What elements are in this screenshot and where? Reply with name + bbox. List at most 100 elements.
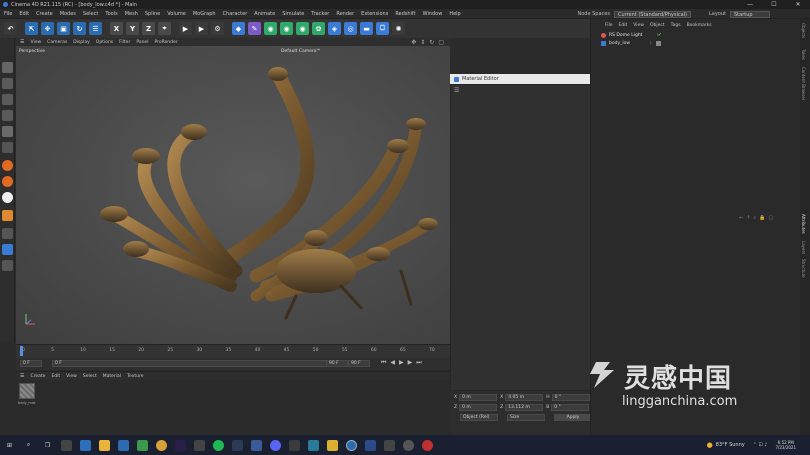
material-menu-edit[interactable]: Edit [51, 374, 60, 379]
menu-item-window[interactable]: Window [423, 11, 443, 17]
tab-attributes[interactable]: Attributes [801, 214, 806, 234]
timeline-ruler[interactable]: 0 5 10 15 20 25 30 35 40 45 50 55 60 65 70 [16, 344, 450, 358]
file-explorer-icon[interactable] [99, 439, 110, 451]
play-icon[interactable]: ▶ [399, 359, 404, 367]
material-menu-select[interactable]: Select [83, 374, 97, 379]
menu-item-tracker[interactable]: Tracker [311, 11, 329, 17]
menu-item-volume[interactable]: Volume [167, 11, 186, 17]
attr-back-icon[interactable]: ← [739, 215, 743, 221]
material-menu-texture[interactable]: Texture [127, 374, 143, 379]
attr-up-icon[interactable]: ↑ [746, 215, 750, 221]
array-icon[interactable]: ◉ [280, 22, 293, 35]
render-view-icon[interactable]: ▶ [179, 22, 192, 35]
material-menu-view[interactable]: View [66, 374, 77, 379]
snap-icon[interactable] [2, 142, 13, 153]
floor-icon[interactable]: ▬ [360, 22, 373, 35]
tab-content-browser[interactable]: Content Browser [801, 67, 806, 100]
viewport-menu-prorender[interactable]: ProRender [154, 40, 177, 45]
viewport-menu-filter[interactable]: Filter [119, 40, 130, 45]
tab-objects[interactable]: Objects [801, 23, 806, 38]
preview-end-field[interactable]: 90 F [348, 360, 370, 367]
object-menu-object[interactable]: Object [650, 23, 665, 28]
playhead[interactable] [20, 346, 23, 356]
app-icon[interactable] [422, 439, 433, 451]
render-picture-viewer-icon[interactable]: ▶ [195, 22, 208, 35]
end-frame-field[interactable]: 90 F [326, 360, 348, 367]
app-icon[interactable] [194, 439, 205, 451]
menu-item-create[interactable]: Create [36, 11, 53, 17]
goto-start-icon[interactable]: ⏮ [381, 359, 386, 367]
object-menu-view[interactable]: View [633, 23, 644, 28]
start-icon[interactable]: ⊞ [4, 440, 15, 451]
move-view-icon[interactable]: ✥ [411, 39, 416, 46]
weather-text[interactable]: 83°F Sunny [716, 442, 745, 448]
edges-mode-icon[interactable] [2, 94, 13, 105]
toggle-view-icon[interactable]: ▢ [438, 39, 444, 46]
object-menu-file[interactable]: File [605, 23, 613, 28]
boole-icon[interactable]: ◉ [296, 22, 309, 35]
menu-item-modes[interactable]: Modes [60, 11, 76, 17]
attr-search-icon[interactable]: ⌕ [753, 215, 756, 221]
x-axis-icon[interactable]: X [110, 22, 123, 35]
menu-item-mesh[interactable]: Mesh [125, 11, 138, 17]
size-mode-dropdown[interactable]: Size [507, 414, 545, 421]
tab-structure[interactable]: Structure [801, 259, 806, 278]
field-icon[interactable]: ◎ [344, 22, 357, 35]
y-axis-icon[interactable]: Y [126, 22, 139, 35]
viewport-menu-options[interactable]: Options [96, 40, 113, 45]
material-editor-menu-icon[interactable]: ☰ [454, 87, 459, 94]
scale-icon[interactable]: ▣ [57, 22, 70, 35]
visibility-dots-icon[interactable]: ⁝ [650, 41, 651, 46]
maximize-button[interactable]: ☐ [762, 0, 786, 9]
material-tag-icon[interactable] [655, 41, 661, 46]
make-editable-icon[interactable] [2, 62, 13, 73]
start-frame-field[interactable]: 0 F [20, 360, 42, 367]
viewport-menu-panel[interactable]: Panel [136, 40, 148, 45]
size-x-field[interactable]: 4.05 m [505, 394, 544, 401]
viewport-menu-icon[interactable]: ☰ [20, 39, 24, 45]
current-frame-field[interactable]: 0 F [52, 360, 342, 367]
discord-icon[interactable] [270, 439, 281, 451]
viewport-menu-display[interactable]: Display [73, 40, 90, 45]
menu-item-select[interactable]: Select [83, 11, 98, 17]
menu-item-spline[interactable]: Spline [145, 11, 160, 17]
lock-icon[interactable] [2, 228, 13, 239]
app-icon[interactable] [289, 439, 300, 451]
node-spaces-dropdown[interactable]: Current (Standard/Physical) [613, 10, 691, 18]
cube-icon[interactable]: ◆ [232, 22, 245, 35]
workplane-icon[interactable] [2, 244, 13, 255]
menu-item-redshift[interactable]: Redshift [395, 11, 415, 17]
material-menu-create[interactable]: Create [30, 374, 45, 379]
app-icon[interactable] [137, 439, 148, 451]
rotate-view-icon[interactable]: ↻ [429, 39, 434, 46]
object-menu-bookmarks[interactable]: Bookmarks [687, 23, 712, 28]
render-settings-icon[interactable]: ⚙ [211, 22, 224, 35]
layout-dropdown[interactable]: Startup [730, 10, 770, 18]
move-icon[interactable]: ✥ [41, 22, 54, 35]
cinema4d-icon[interactable] [346, 439, 357, 451]
app-icon[interactable] [327, 439, 338, 451]
redshift-icon[interactable] [2, 192, 13, 203]
rotate-icon[interactable]: ↻ [73, 22, 86, 35]
goto-end-icon[interactable]: ⏭ [416, 359, 421, 367]
chrome-icon[interactable] [156, 439, 167, 451]
zoom-view-icon[interactable]: ⇕ [420, 39, 425, 46]
menu-item-file[interactable]: File [4, 11, 12, 17]
app-icon[interactable] [403, 439, 414, 451]
tray-icons[interactable]: ⌃ ⊡ ♪ [753, 442, 768, 448]
undo-icon[interactable]: ↶ [4, 22, 17, 35]
object-menu-tags[interactable]: Tags [671, 23, 681, 28]
steam-icon[interactable] [232, 439, 243, 451]
position-z-field[interactable]: 0 m [459, 404, 498, 411]
app-icon[interactable] [308, 439, 319, 451]
clock[interactable]: 6:52 PM 7/23/2021 [775, 440, 796, 450]
tab-layers[interactable]: Layers [801, 241, 806, 254]
menu-item-mograph[interactable]: MoGraph [193, 11, 216, 17]
coordinate-system-icon[interactable]: ⌖ [158, 22, 171, 35]
3d-viewport[interactable]: Perspective Default Camera'* [16, 46, 450, 344]
menu-item-tools[interactable]: Tools [105, 11, 117, 17]
task-view-icon[interactable]: ❐ [42, 440, 53, 451]
mail-icon[interactable] [80, 439, 91, 451]
menu-item-help[interactable]: Help [449, 11, 460, 17]
menu-item-extensions[interactable]: Extensions [361, 11, 388, 17]
